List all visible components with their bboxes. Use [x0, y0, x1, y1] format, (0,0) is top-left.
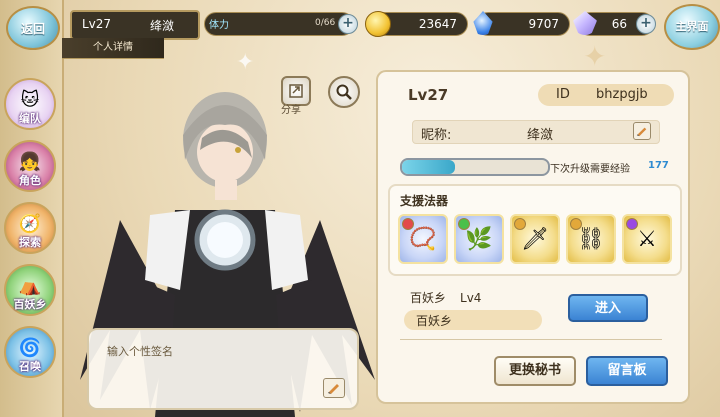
nav-character[interactable]: 👧 角色 [4, 140, 56, 192]
signature-input[interactable]: 输入个性签名 [87, 328, 359, 410]
stamina-value: 0/66 [315, 18, 336, 28]
back-button[interactable]: 返回 [6, 6, 60, 50]
gold-amount: 23647 [418, 17, 457, 31]
character-icon: 👧 [18, 151, 42, 173]
artifact-slot[interactable]: 🗡 [510, 214, 560, 264]
nickname-row: 昵称: 绛潋 [412, 120, 660, 144]
artifact-slot[interactable]: ⛓ [566, 214, 616, 264]
nav-village-label: 百妖乡 [13, 298, 47, 311]
player-name: 绛潋 [150, 19, 175, 33]
xp-note: 下次升级需要经验 [550, 164, 630, 175]
sparkle-decoration: ✦ [583, 40, 607, 73]
rarity-gem [514, 218, 526, 230]
village-level: Lv4 [460, 291, 482, 305]
bell-necklace-icon: 📿 [409, 226, 437, 252]
change-secretary-button[interactable]: 更换秘书 [494, 356, 576, 386]
artifact-slot[interactable]: 🌿 [454, 214, 504, 264]
home-button[interactable]: 主界面 [664, 4, 720, 50]
gem-counter: 9707 [473, 11, 570, 36]
signature-placeholder: 输入个性签名 [107, 345, 173, 358]
explore-icon: 🧭 [18, 213, 42, 235]
village-info: 百妖乡 Lv4 [410, 289, 481, 306]
message-board-button[interactable]: 留言板 [586, 356, 668, 386]
pencil-icon [328, 384, 339, 394]
xp-needed: 177 [648, 160, 669, 171]
enter-village-button[interactable]: 进入 [568, 294, 648, 322]
id-value: bhzpgjb [596, 87, 648, 102]
nav-explore[interactable]: 🧭 探索 [4, 202, 56, 254]
village-name: 百妖乡 [410, 291, 447, 305]
chain-ring-icon: ⛓ [577, 226, 605, 252]
add-crystal-button[interactable]: + [636, 14, 656, 34]
xp-progress-bar [400, 158, 550, 176]
gold-coin-icon [365, 11, 391, 37]
profile-panel: Lv27 ID bhzpgjb 昵称: 绛潋 下次升级需要经验 177 支援法器… [376, 70, 690, 404]
rarity-gem [458, 218, 470, 230]
nav-explore-label: 探索 [19, 236, 41, 249]
home-label: 主界面 [675, 20, 709, 33]
rarity-gem [570, 218, 582, 230]
nav-character-label: 角色 [19, 174, 41, 187]
nav-team-label: 编队 [19, 112, 41, 125]
crystal-icon [573, 11, 597, 35]
gem-amount: 9707 [528, 17, 559, 31]
team-icon: 🐱 [20, 89, 40, 111]
crystal-amount: 66 [611, 17, 627, 31]
search-icon [336, 84, 352, 100]
village-icon: ⛺ [18, 275, 42, 297]
nickname-value: 绛潋 [527, 128, 554, 143]
summon-icon: 🌀 [18, 337, 42, 359]
pencil-icon [636, 127, 647, 137]
divider [400, 339, 662, 340]
edit-nickname-button[interactable] [633, 122, 651, 140]
artifact-slot[interactable]: 📿 [398, 214, 448, 264]
blue-flame-gem-icon [473, 11, 493, 35]
nav-summon[interactable]: 🌀 召唤 [4, 326, 56, 378]
player-id: ID bhzpgjb [538, 84, 674, 106]
share-label: 分享 [281, 105, 301, 116]
edit-signature-button[interactable] [323, 378, 345, 398]
gold-counter: 23647 [365, 11, 468, 37]
profile-level: Lv27 [408, 86, 449, 104]
profile-detail-tab[interactable]: 个人详情 [62, 38, 164, 59]
share-icon [289, 84, 303, 98]
support-artifacts: 支援法器 📿 🌿 🗡 ⛓ ⚔ [388, 184, 682, 276]
nav-team[interactable]: 🐱 编队 [4, 78, 56, 130]
xp-progress-fill [402, 160, 455, 174]
player-level: Lv27 [82, 17, 112, 31]
stamina-bar: 体力 0/66 [204, 12, 354, 36]
nickname-label: 昵称: [421, 128, 452, 143]
nav-summon-label: 召唤 [19, 360, 41, 373]
leaf-charm-icon: 🌿 [465, 226, 493, 252]
stamina-label: 体力 [209, 20, 229, 31]
player-level-tag: Lv27 绛潋 [70, 10, 200, 40]
back-label: 返回 [20, 21, 45, 36]
artifact-slot[interactable]: ⚔ [622, 214, 672, 264]
support-title: 支援法器 [400, 194, 449, 208]
add-stamina-button[interactable]: + [338, 14, 358, 34]
dagger-icon: 🗡 [521, 226, 549, 252]
nav-village[interactable]: ⛺ 百妖乡 [4, 264, 56, 316]
search-button[interactable] [328, 76, 360, 108]
village-pill: 百妖乡 [404, 310, 542, 330]
village-pill-label: 百妖乡 [416, 314, 453, 328]
sparkle-decoration: ✦ [236, 50, 255, 75]
twin-blade-icon: ⚔ [637, 226, 657, 252]
rarity-gem [626, 218, 638, 230]
id-label: ID [556, 87, 570, 102]
rarity-gem [402, 218, 414, 230]
